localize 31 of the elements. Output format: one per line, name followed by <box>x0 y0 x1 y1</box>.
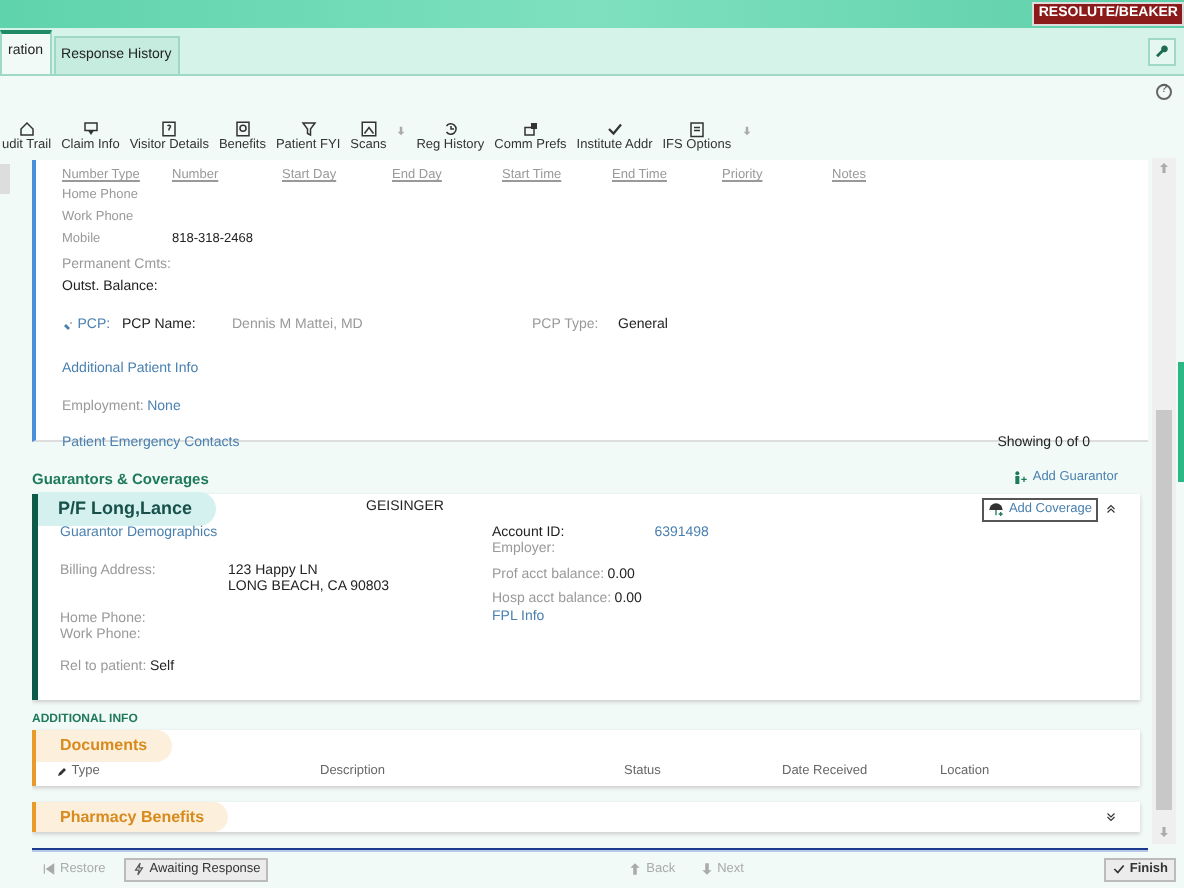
settings-button[interactable] <box>1148 37 1176 65</box>
filter-icon <box>299 120 318 139</box>
question-page-icon <box>160 120 179 139</box>
section-title: Pharmacy Benefits <box>36 801 229 833</box>
caret-icon[interactable] <box>396 125 407 136</box>
house-icon <box>17 120 36 139</box>
expand-icon <box>1104 809 1118 824</box>
clipboard-icon <box>687 120 706 139</box>
add-person-icon <box>1012 470 1029 486</box>
page-search-icon <box>233 120 252 139</box>
wrench-icon <box>1154 43 1170 59</box>
image-icon <box>359 120 378 139</box>
pencil-icon <box>56 765 68 778</box>
scrollbar-thumb[interactable] <box>1156 410 1172 810</box>
check-icon <box>605 120 624 139</box>
umbrella-icon <box>988 501 1005 517</box>
up-arrow-icon <box>628 862 643 877</box>
check-icon <box>1111 862 1126 877</box>
lightning-icon <box>131 862 146 877</box>
section-title: Documents <box>36 730 172 762</box>
guarantor-name: P/F Long,Lance <box>38 492 217 526</box>
cards-icon <box>521 120 540 139</box>
skip-back-icon <box>42 862 56 877</box>
scrollbar[interactable] <box>1152 158 1176 844</box>
side-marker <box>1178 362 1184 482</box>
down-arrow-icon <box>699 862 714 877</box>
up-arrow-icon <box>1158 162 1170 175</box>
down-arrow-icon <box>1158 826 1170 839</box>
caret-icon[interactable] <box>741 125 752 136</box>
collapse-icon <box>1104 502 1118 516</box>
history-icon <box>441 120 460 139</box>
